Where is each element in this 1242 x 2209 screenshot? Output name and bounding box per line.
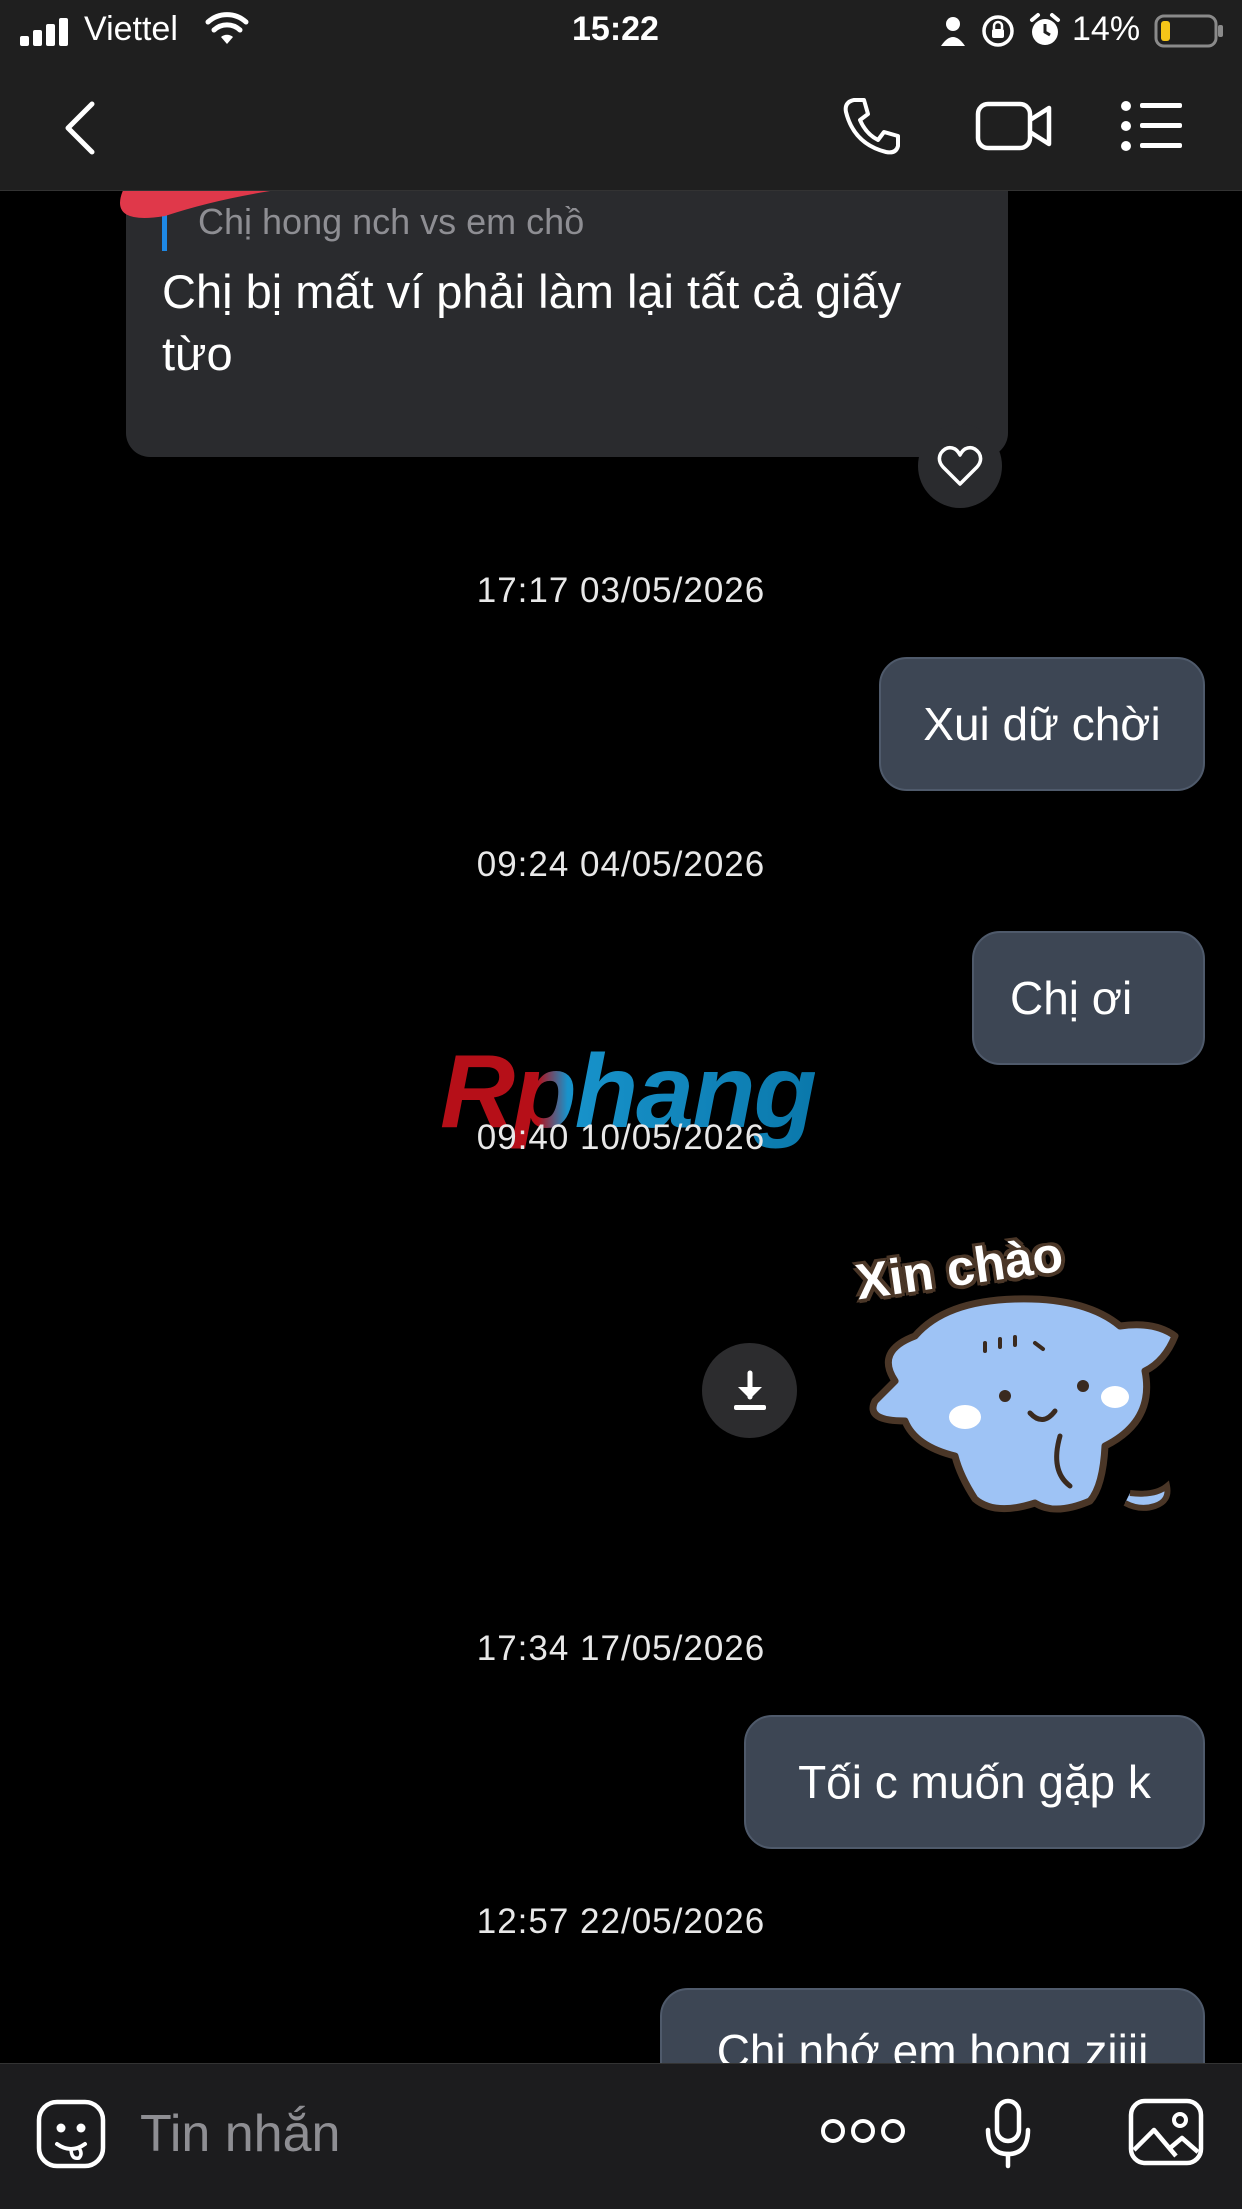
voice-message-button[interactable] [983, 2098, 1033, 2175]
timestamp: 09:24 04/05/2026 [476, 845, 766, 884]
message-input[interactable]: Tin nhắn [140, 2094, 780, 2174]
video-camera-icon [975, 101, 1052, 151]
outgoing-message-bubble[interactable]: Tối c muốn gặp k [744, 1715, 1205, 1849]
timestamp: 12:57 22/05/2026 [476, 1902, 766, 1941]
outgoing-message-bubble[interactable]: Chị ơi [972, 931, 1205, 1065]
video-call-button[interactable] [975, 98, 1053, 159]
photo-button[interactable] [1128, 2098, 1204, 2171]
clock: 15:22 [572, 10, 659, 48]
outgoing-message-bubble[interactable]: Xui dữ chời [879, 657, 1205, 791]
like-button[interactable] [918, 424, 1002, 508]
battery-icon [1154, 14, 1224, 53]
battery-percent: 14% [1072, 10, 1141, 48]
signal-icon [20, 18, 72, 46]
alarm-icon [1028, 12, 1062, 53]
message-input-placeholder: Tin nhắn [140, 2105, 341, 2163]
rotation-lock-icon [981, 14, 1015, 53]
wifi-icon [205, 12, 249, 51]
list-menu-icon [1121, 101, 1182, 151]
redaction-mark [105, 191, 565, 241]
sticker-face-icon [36, 2099, 106, 2169]
back-button[interactable] [60, 100, 110, 156]
download-button[interactable] [702, 1343, 797, 1438]
status-bar: Viettel 15:22 14% [0, 0, 1242, 62]
menu-button[interactable] [1120, 100, 1184, 157]
image-icon [1128, 2098, 1204, 2166]
chat-header [0, 62, 1242, 191]
more-dots-icon [821, 2119, 905, 2143]
more-options-button[interactable] [820, 2116, 906, 2151]
sticker-message[interactable]: Xin chào [852, 1226, 1195, 1551]
timestamp: 17:34 17/05/2026 [476, 1629, 766, 1668]
heart-icon [937, 445, 983, 486]
composer-bar: Tin nhắn [0, 2063, 1242, 2209]
phone-icon [843, 98, 900, 155]
phone-call-button[interactable] [840, 94, 904, 163]
carrier-label: Viettel [84, 10, 178, 48]
microphone-icon [985, 2098, 1031, 2169]
timestamp: 09:40 10/05/2026 [476, 1118, 766, 1157]
outgoing-message-bubble[interactable]: Chị nhớ em hong ziiii [660, 1988, 1205, 2063]
incoming-message-text: Chị bị mất ví phải làm lại tất cả giấy t… [162, 265, 902, 380]
person-icon [940, 16, 966, 51]
timestamp: 17:17 03/05/2026 [476, 571, 766, 610]
download-icon [733, 1370, 766, 1410]
message-list[interactable]: Chị hong nch vs em chồ Chị bị mất ví phả… [0, 191, 1242, 2063]
chevron-left-icon [65, 101, 95, 155]
emoji-button[interactable] [35, 2098, 107, 2175]
